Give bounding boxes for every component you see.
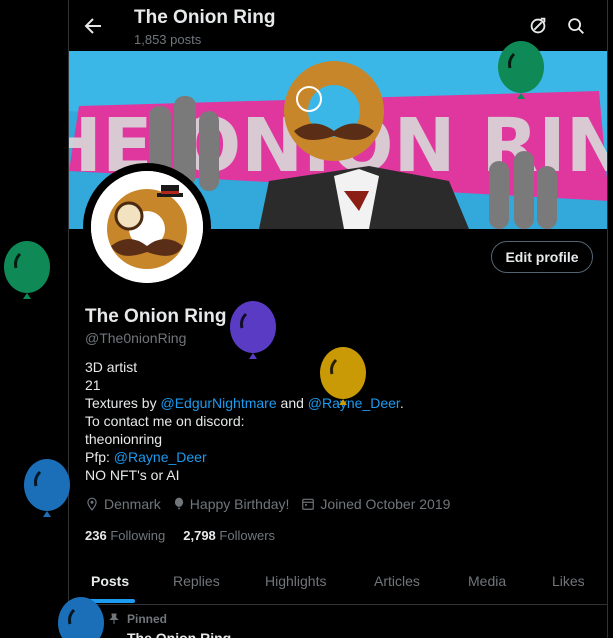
calendar-icon — [302, 498, 315, 510]
balloon-decoration — [58, 597, 104, 638]
header-post-count: 1,853 posts — [134, 32, 202, 47]
avatar-image — [91, 171, 203, 283]
header-title: The Onion Ring — [134, 7, 276, 28]
pinned-indicator: Pinned — [109, 612, 167, 626]
balloon-decoration — [4, 241, 50, 299]
edit-profile-button[interactable]: Edit profile — [491, 241, 593, 273]
bio-line: Pfp: @Rayne_Deer — [85, 449, 207, 465]
tab-articles[interactable]: Articles — [374, 573, 420, 589]
tab-replies[interactable]: Replies — [173, 573, 220, 589]
mention-link[interactable]: @Rayne_Deer — [114, 449, 207, 465]
bio-line: NO NFT's or AI — [85, 467, 180, 483]
bio-line: To contact me on discord: — [85, 413, 245, 429]
arrow-left-icon[interactable] — [81, 14, 105, 38]
profile-tabs: Posts Replies Highlights Articles Media … — [69, 562, 607, 605]
balloon-icon — [174, 497, 183, 510]
tab-media[interactable]: Media — [468, 573, 506, 589]
mention-link[interactable]: @EdgurNightmare — [160, 395, 276, 411]
location-pin-icon — [87, 497, 97, 511]
profile-meta: Denmark Happy Birthday! Joined October 2… — [85, 496, 450, 512]
pinned-tweet-author[interactable]: The Onion Ring — [127, 630, 231, 638]
refresh-circle-icon[interactable] — [527, 15, 549, 37]
location-item: Denmark — [85, 496, 161, 512]
birthday-item: Happy Birthday! — [173, 496, 289, 512]
balloon-decoration — [320, 347, 366, 405]
profile-name: The Onion Ring — [85, 306, 227, 327]
follow-stats: 236 Following 2,798 Followers — [85, 528, 275, 543]
balloon-decoration — [24, 459, 70, 517]
search-icon[interactable] — [565, 15, 587, 37]
avatar[interactable] — [83, 163, 211, 291]
balloon-decoration — [230, 301, 276, 359]
tab-highlights[interactable]: Highlights — [265, 573, 326, 589]
tab-posts[interactable]: Posts — [91, 573, 129, 589]
bio-line: theonionring — [85, 431, 163, 447]
joined-item: Joined October 2019 — [301, 496, 450, 512]
profile-handle: @The0nionRing — [85, 330, 187, 346]
pin-icon — [109, 613, 119, 624]
followers-link[interactable]: 2,798 Followers — [183, 528, 275, 543]
tab-likes[interactable]: Likes — [552, 573, 585, 589]
balloon-decoration — [498, 41, 544, 99]
following-link[interactable]: 236 Following — [85, 528, 165, 543]
